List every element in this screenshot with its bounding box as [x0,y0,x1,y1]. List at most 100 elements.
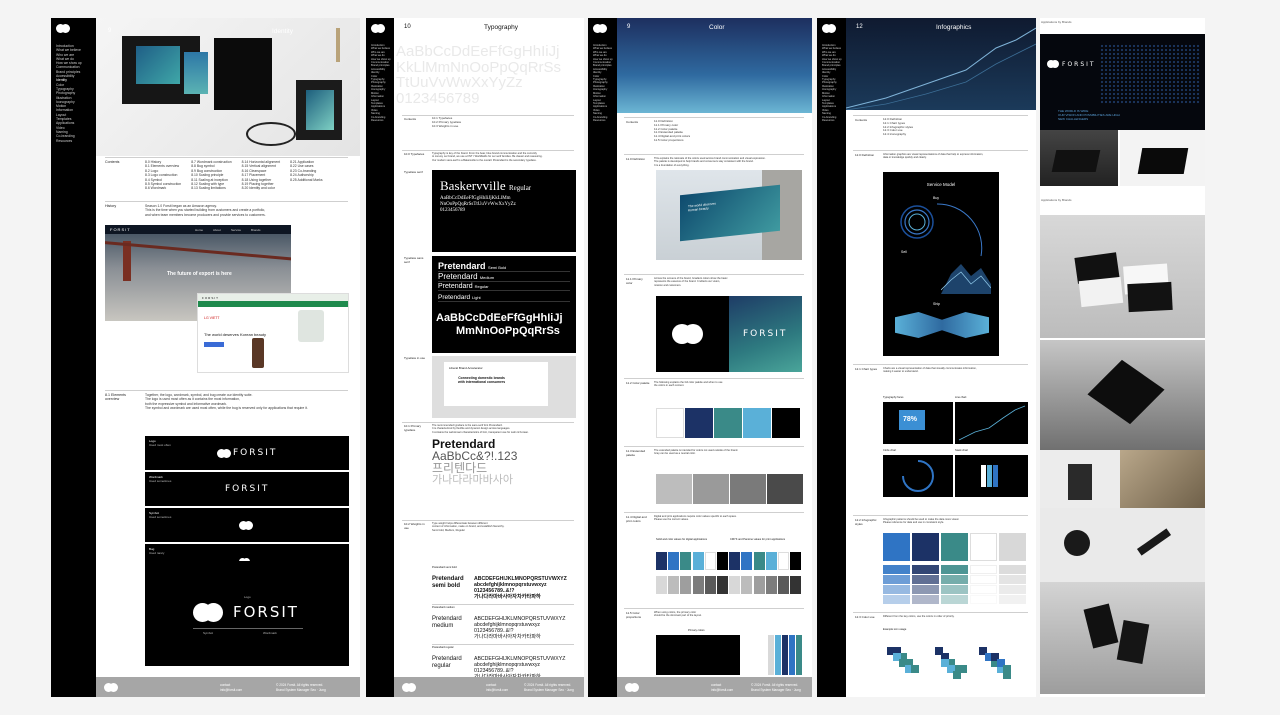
primary-color-card[interactable]: FORSIT [656,296,802,372]
billboard-photo: The world deserves Korean beauty [656,170,802,260]
pixel-cell [1003,665,1011,673]
dp-swatch [790,576,802,594]
identity-card-0[interactable]: Logo Used most often FORSIT [145,436,349,470]
big-logo-symbol-icon [193,603,223,622]
contents-item[interactable]: 8.25 Additional Marks [290,178,322,182]
dp-swatch [692,552,704,570]
footer-logo-icon[interactable] [402,683,416,692]
info-tint [970,595,997,604]
weight-caption: Pretendard semi bold [432,566,457,569]
dp-swatch [668,576,680,594]
primary-logo-lockup[interactable]: Logo FORSIT Symbol Wordmark [145,561,349,666]
card-sub: Used sometimes [149,515,172,519]
weight-caption: Pretendard medium [432,606,455,609]
dp-swatch [656,552,667,570]
typography-sidebar: Introduction What we believe Who we are Wha… [366,18,394,697]
website-cta-button[interactable] [204,342,224,347]
poster-wave-band [895,312,989,338]
sidebar-nav: Introduction What we believe Who we are Wha… [593,44,613,122]
info-tint [941,595,968,604]
brand-logo-icon[interactable] [56,24,70,33]
poster-arc [936,203,983,257]
pixel-cell [911,665,919,673]
typography-page[interactable]: Introduction What we believe Who we are Wha… [366,18,584,697]
service-model-poster[interactable]: Service Model Buy Sell Ship [883,172,999,356]
identity-card-1[interactable]: Wordmark Used sometimes FORSIT [145,472,349,506]
weight-name: Pretendard semi bold [432,576,464,589]
pixel-cell [953,671,961,679]
contents-column: 8.21 Application 8.22 Use cases 8.23 Co-br… [290,160,322,191]
website-nav: FORSIT Home About Service Brands [105,225,291,234]
footer-logo-icon[interactable] [104,683,118,692]
color-page[interactable]: Introduction What we believe Who we are Wha… [588,18,812,697]
dp-swatch [753,576,765,594]
stationery-folder [214,38,272,110]
info-tint [912,595,939,604]
dp-swatch [680,576,692,594]
proportion-bar [775,635,781,675]
elements-text: Together, the logo, wordmark, symbol, an… [145,393,308,411]
card-wordmark: FORSIT [233,448,278,458]
footer-logo-icon[interactable] [625,683,639,692]
info-tint [912,585,939,594]
world-map-banner: FORSIT THE WORLD IS WIDE OUR VISION AND … [1040,34,1205,130]
weight-name: Pretendard regular [432,656,462,669]
applications-page[interactable]: Applications by Brands FORSIT THE WORLD … [1040,18,1205,697]
digital-print-swatches [656,552,802,596]
info-tint [999,595,1026,604]
contents-item[interactable]: 8.6 Wordmark [145,186,181,190]
poster-area-chart [941,264,991,294]
identity-page[interactable]: Introduction What we believe Who we are Wha… [51,18,360,697]
contents-item[interactable]: 8.13 Scaling limitations [191,186,231,190]
card-sub: Used sometimes [149,479,172,483]
contents-item[interactable]: 8.20 Identity and color [242,186,280,190]
card-symbol-icon [217,448,232,458]
lanyard [246,122,296,146]
color-sidebar: Introduction What we believe Who we are Wha… [588,18,617,697]
brand-logo-icon[interactable] [593,24,607,33]
brand-logo-icon[interactable] [371,24,385,33]
sidebar-item[interactable]: Resources [593,119,613,122]
chart-card-circle [883,455,953,497]
typeface-specimen: AaBbCcDdEeFfGgHhIiJj KkLlMmNnOoPpQqRrSs … [396,43,562,107]
sidebar-item[interactable]: Resources [822,119,842,122]
page-footer: contact info@forsit.com © 2024 Forsit. A… [96,677,360,697]
contents-item[interactable]: 8.3 Logo construction [145,173,181,177]
poster-ring-chart [900,205,934,239]
weight-row: Pretendard Light [438,294,570,302]
identity-sidebar: Introduction What we believe Who we are Wha… [51,18,96,697]
pretendard-card: Pretendard Semi Bold Pretendard Medium Pre… [432,256,576,353]
info-tint [970,585,997,594]
weight-glyphs: ABCDEFGHIJKLMNOPQRSTUVWXYZ abcdefghijklmn… [474,576,567,600]
contents-column: 8.14 Horizontal alignment 8.15 Vertical a… [242,160,280,191]
palette-swatch [685,408,713,438]
page-footer: contact info@forsit.com © 2024 Forsit. A… [394,677,584,697]
proportion-bars [768,635,802,675]
info-tint [999,565,1026,574]
identity-hero-image: 9 Identity [96,18,360,156]
info-swatch [941,533,968,561]
contents-label: Contents [105,160,120,164]
dp-swatch [790,552,802,570]
info-tint [883,565,910,574]
page-footer: contact info@forsit.com © 2024 Forsit. A… [617,677,812,697]
identity-card-2[interactable]: Symbol Used sometimes [145,508,349,542]
brand-logo-icon[interactable] [822,24,836,33]
sidebar-item[interactable]: What we believe [56,48,82,52]
proportion-black [656,635,740,675]
dp-swatch [741,576,753,594]
sidebar-item[interactable]: Resources [56,139,82,143]
document-mockup: Liberal Brand Accelerator Connecting dom… [432,356,576,418]
card-sub: Used most often [149,443,171,447]
contents-columns: 8.0 History 8.1 Elements overview 8.2 Logo… [145,160,355,191]
brand-guidelines-board: Introduction What we believe Who we are Wha… [0,0,1280,715]
sidebar-nav: Introduction What we believe Who we are Wha… [822,44,842,122]
world-map-dots [1100,44,1200,104]
info-tint [883,595,910,604]
sidebar-item[interactable]: Resources [371,119,391,122]
sidebar-nav: Introduction What we believe Who we are Wha… [56,44,82,143]
history-text: Season 1.0 Forsit began as an Amazon age… [145,204,266,217]
infographics-page[interactable]: Introduction What we believe Who we are Wha… [817,18,1036,697]
stationery-booklet [184,52,208,94]
page-number: 9 [108,28,112,34]
